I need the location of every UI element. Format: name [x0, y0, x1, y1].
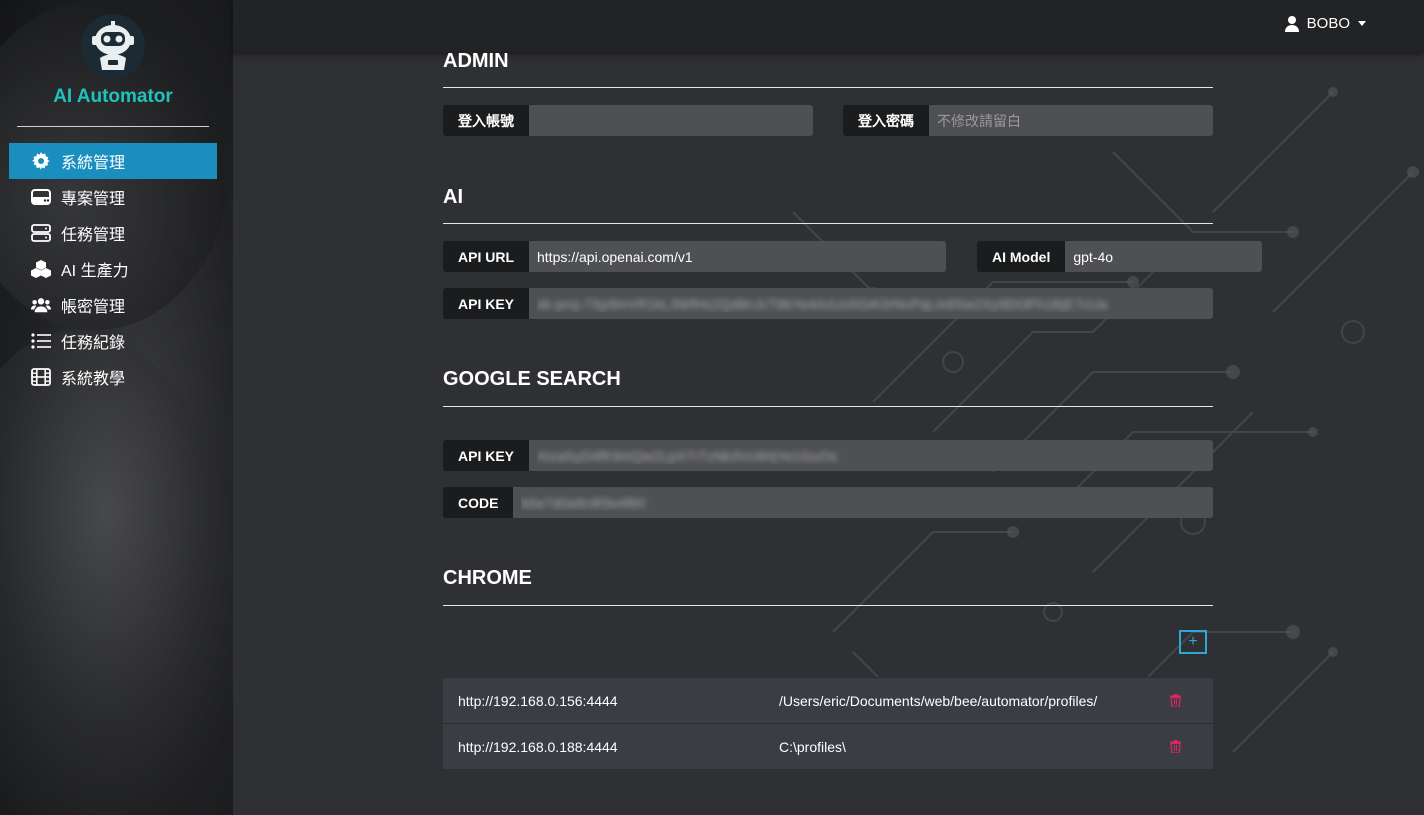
sidebar-item-task-log[interactable]: 任務紀錄 [9, 323, 217, 359]
password-input[interactable] [929, 105, 1213, 136]
table-row: http://192.168.0.156:4444 /Users/eric/Do… [443, 677, 1213, 723]
server-icon [31, 223, 51, 243]
api-url-label: API URL [443, 241, 529, 272]
ai-model-input[interactable] [1065, 241, 1263, 272]
section-divider [443, 605, 1213, 606]
sidebar-item-label: 專案管理 [61, 191, 126, 208]
sidebar-item-label: 任務管理 [61, 227, 126, 244]
api-url-input[interactable] [529, 241, 946, 272]
ai-model-field: AI Model [977, 241, 1263, 272]
account-input[interactable] [529, 105, 813, 136]
brand-divider [17, 126, 209, 127]
brand-name: AI Automator [53, 86, 173, 107]
section-title-ai: AI [443, 186, 463, 208]
sidebar-item-tasks[interactable]: 任務管理 [9, 215, 217, 251]
trash-icon[interactable] [1164, 694, 1213, 707]
chrome-url: http://192.168.0.156:4444 [458, 692, 618, 709]
list-icon [31, 331, 51, 351]
sidebar-item-label: 系統管理 [61, 155, 126, 172]
add-chrome-button[interactable]: + [1179, 630, 1207, 654]
sidebar-item-projects[interactable]: 專案管理 [9, 179, 217, 215]
caret-down-icon [1358, 21, 1366, 26]
section-divider [443, 406, 1213, 407]
ai-api-key-field: API KEY [443, 288, 1213, 319]
sidebar-item-label: 帳密管理 [61, 299, 126, 316]
google-api-key-label: API KEY [443, 440, 530, 471]
gear-icon [31, 151, 51, 171]
section-divider [443, 87, 1213, 88]
sidebar-item-ai-productivity[interactable]: AI 生產力 [9, 251, 217, 287]
google-code-field: CODE [443, 487, 1213, 518]
section-title-google-search: GOOGLE SEARCH [443, 368, 621, 390]
google-code-input[interactable] [513, 487, 1213, 518]
background-figure [0, 330, 233, 815]
chrome-table: http://192.168.0.156:4444 /Users/eric/Do… [443, 677, 1213, 769]
google-code-label: CODE [443, 487, 514, 518]
section-divider [443, 223, 1213, 224]
chrome-profile-path: /Users/eric/Documents/web/bee/automator/… [779, 692, 1098, 709]
sidebar-item-label: AI 生產力 [61, 263, 129, 280]
table-row: http://192.168.0.188:4444 C:\profiles\ [443, 723, 1213, 769]
sidebar-item-tutorial[interactable]: 系統教學 [9, 359, 217, 395]
account-field: 登入帳號 [443, 105, 813, 136]
sidebar-item-label: 任務紀錄 [61, 335, 126, 352]
chrome-url: http://192.168.0.188:4444 [458, 738, 618, 755]
section-title-admin: ADMIN [443, 52, 509, 72]
password-field: 登入密碼 [843, 105, 1213, 136]
user-icon [1284, 15, 1299, 32]
ai-api-key-label: API KEY [443, 288, 530, 319]
users-icon [31, 295, 51, 315]
google-api-key-field: API KEY [443, 440, 1213, 471]
ai-model-label: AI Model [977, 241, 1066, 272]
password-label: 登入密碼 [843, 105, 929, 136]
main-content: ADMIN 登入帳號 登入密碼 AI API URL AI Model API … [233, 52, 1424, 815]
cubes-icon [31, 259, 51, 279]
account-label: 登入帳號 [443, 105, 529, 136]
user-name: BOBO [1306, 15, 1350, 32]
drive-icon [31, 187, 51, 207]
trash-icon[interactable] [1164, 740, 1213, 753]
sidebar-item-system[interactable]: 系統管理 [9, 143, 217, 179]
user-menu[interactable]: BOBO [1284, 15, 1366, 32]
sidebar-item-credentials[interactable]: 帳密管理 [9, 287, 217, 323]
chrome-profile-path: C:\profiles\ [779, 738, 846, 755]
section-title-chrome: CHROME [443, 567, 532, 589]
topbar: BOBO [233, 0, 1424, 52]
ai-api-key-input[interactable] [529, 288, 1213, 319]
sidebar: AI Automator 系統管理 專案管理 任務管理 AI 生產力 帳密管理 … [0, 0, 233, 815]
film-icon [31, 367, 51, 387]
sidebar-item-label: 系統教學 [61, 371, 126, 388]
sidebar-nav: 系統管理 專案管理 任務管理 AI 生產力 帳密管理 任務紀錄 系統教學 [9, 143, 217, 395]
api-url-field: API URL [443, 241, 946, 272]
robot-logo-icon[interactable] [81, 14, 145, 78]
google-api-key-input[interactable] [529, 440, 1213, 471]
